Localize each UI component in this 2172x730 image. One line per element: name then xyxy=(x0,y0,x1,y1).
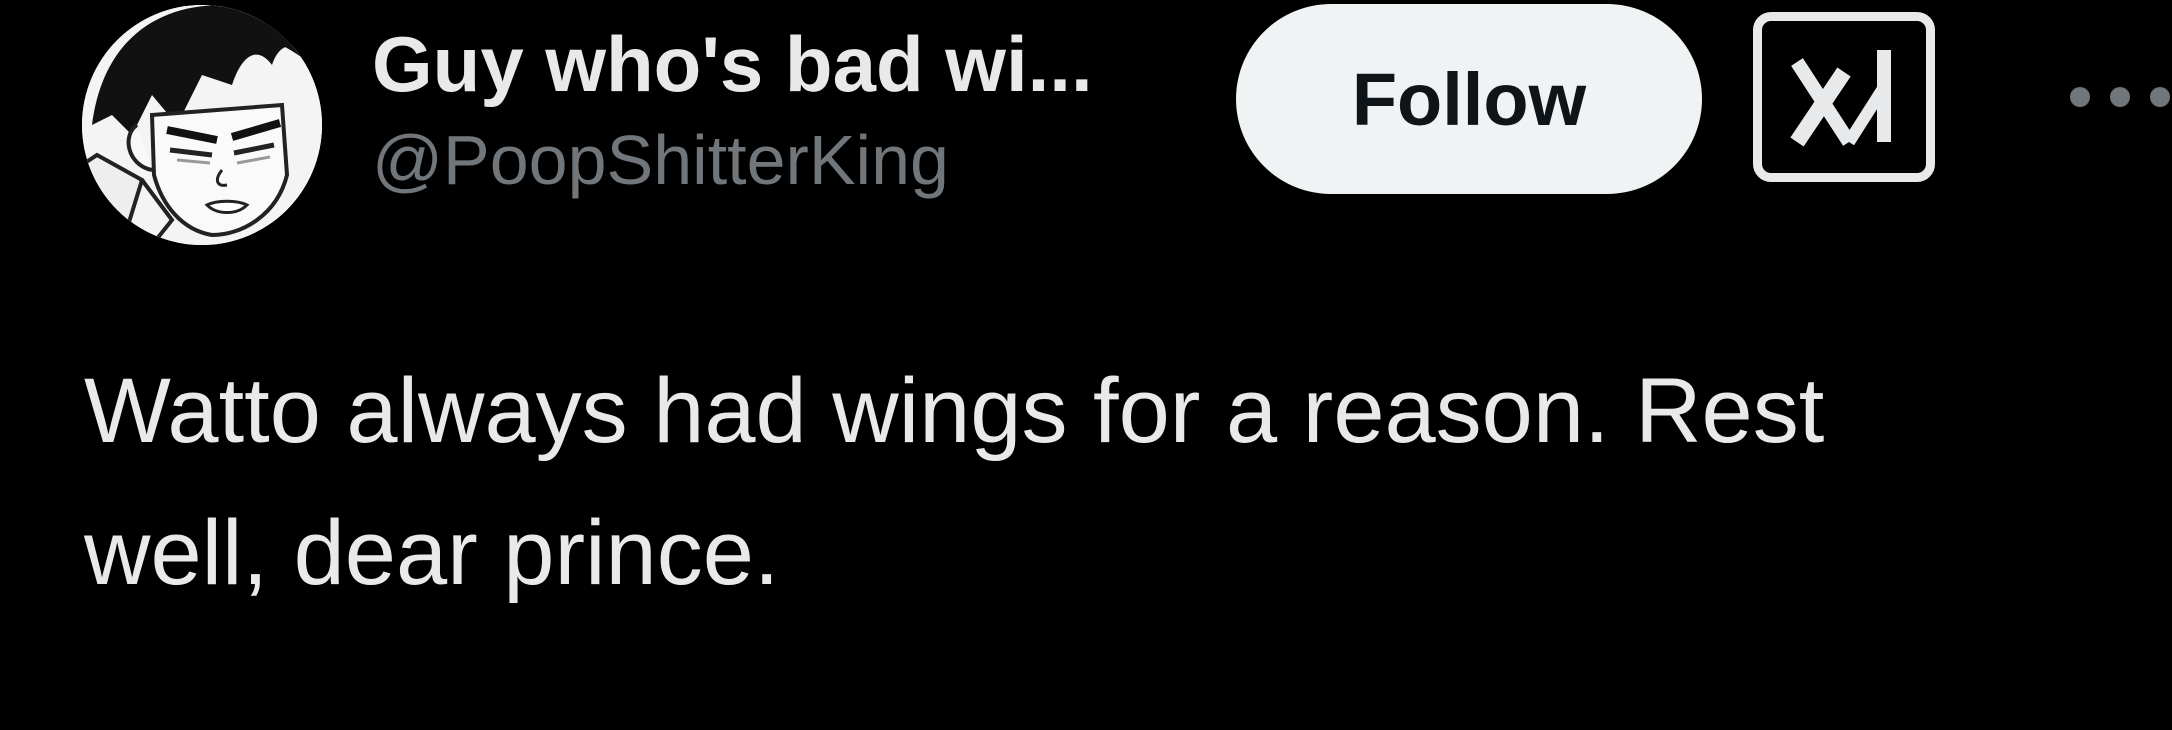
more-dot xyxy=(2110,87,2130,107)
tweet-text: Watto always had wings for a reason. Res… xyxy=(84,340,2104,624)
more-dot xyxy=(2070,87,2090,107)
author-display-name[interactable]: Guy who's bad wi... xyxy=(372,18,1292,110)
more-options-icon[interactable] xyxy=(2070,82,2170,112)
x-ai-logo-glyph xyxy=(1790,50,1891,147)
author-names: Guy who's bad wi... @PoopShitterKing xyxy=(372,18,1292,208)
avatar-image xyxy=(82,5,322,245)
follow-button[interactable]: Follow xyxy=(1236,4,1702,194)
tweet-header: Guy who's bad wi... @PoopShitterKing Fol… xyxy=(80,0,2170,250)
more-dot xyxy=(2150,87,2170,107)
tweet-text-line: Watto always had wings for a reason. Res… xyxy=(84,360,1825,462)
avatar[interactable] xyxy=(82,5,322,245)
author-handle[interactable]: @PoopShitterKing xyxy=(372,112,1292,208)
x-ai-logo-icon[interactable] xyxy=(1753,12,1935,182)
tweet-text-line: well, dear prince. xyxy=(84,502,780,604)
tweet: Guy who's bad wi... @PoopShitterKing Fol… xyxy=(0,0,2172,730)
